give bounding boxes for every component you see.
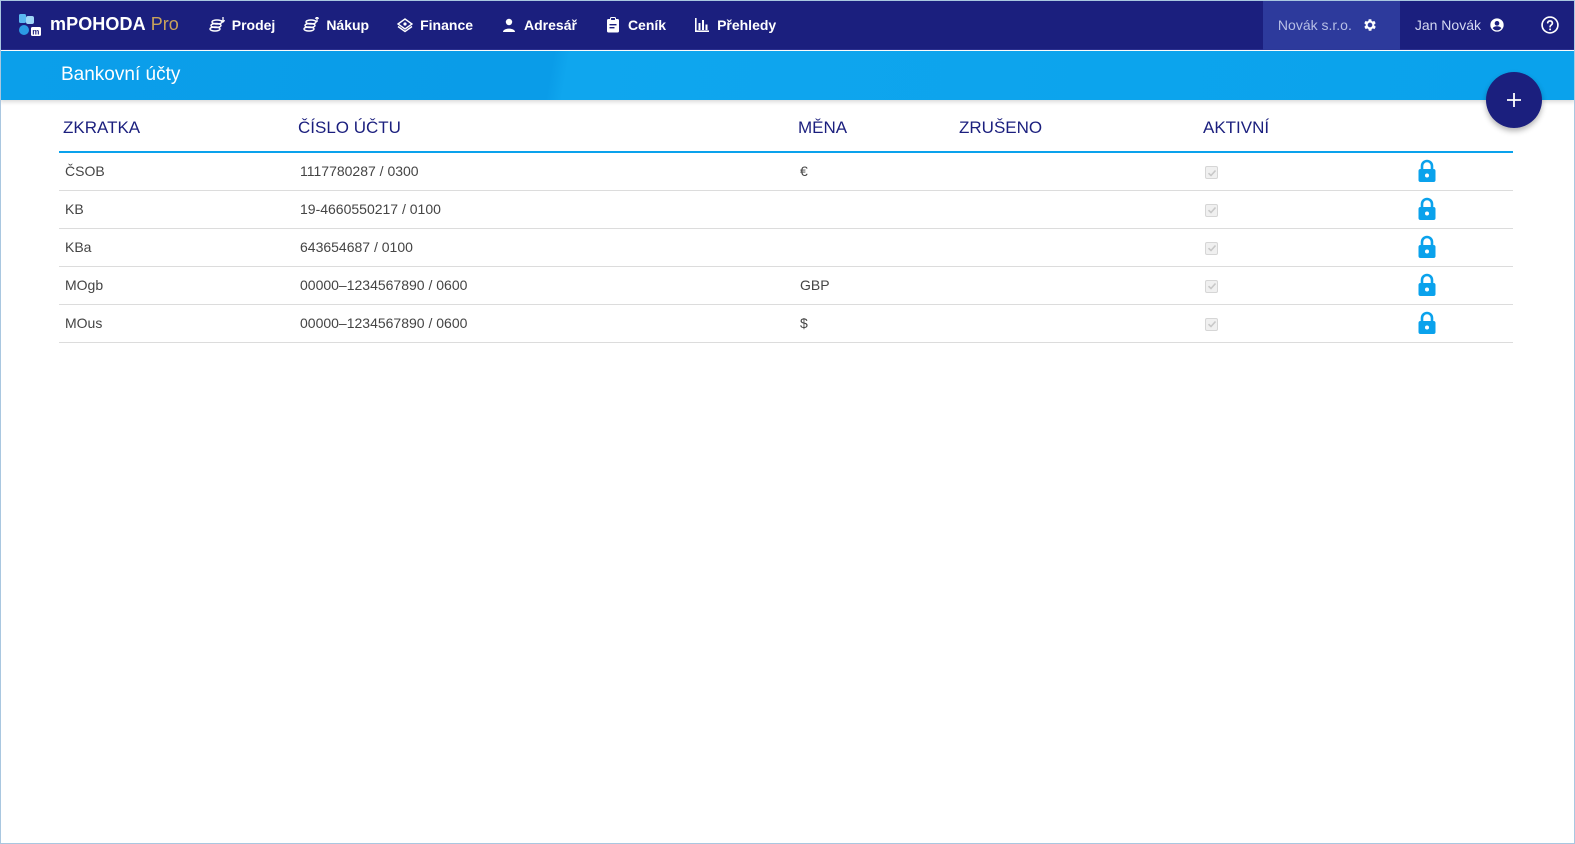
app-logo[interactable]: m mPOHODA Pro	[18, 0, 179, 50]
account-number: 643654687 / 0100	[294, 228, 794, 267]
account-cancelled	[955, 190, 1199, 229]
lock-cell	[1411, 152, 1513, 191]
company-selector[interactable]: Novák s.r.o.	[1262, 0, 1400, 50]
lock-cell	[1411, 228, 1513, 267]
account-abbreviation-link[interactable]: MOus	[59, 304, 294, 343]
column-header-zkratka[interactable]: ZKRATKA	[59, 104, 294, 153]
account-active-cell	[1199, 266, 1411, 305]
nav-label: Finance	[420, 16, 474, 33]
lock-icon[interactable]	[1417, 197, 1437, 221]
active-checkbox	[1205, 203, 1218, 217]
page-title: Bankovní účty	[61, 64, 181, 85]
table-row[interactable]: ČSOB 1117780287 / 0300 €	[59, 152, 1513, 191]
column-header-aktivni[interactable]: AKTIVNÍ	[1199, 104, 1411, 153]
nav-item-prehledy[interactable]: Přehledy	[680, 0, 790, 50]
account-cancelled	[955, 266, 1199, 305]
nav-label: Přehledy	[717, 16, 777, 33]
help-circle-icon	[1541, 15, 1559, 34]
nav-item-prodej[interactable]: Prodej	[195, 0, 290, 50]
money-stack-icon	[397, 17, 414, 32]
user-menu[interactable]: Jan Novák	[1400, 17, 1525, 33]
top-navigation-bar: m mPOHODA Pro Prodej Nákup Finance Adres…	[0, 0, 1575, 50]
check-icon	[1207, 245, 1216, 252]
check-icon	[1207, 283, 1216, 290]
lock-cell	[1411, 304, 1513, 343]
account-active-cell	[1199, 152, 1411, 191]
column-header-mena[interactable]: MĚNA	[794, 104, 955, 153]
column-header-zruseno[interactable]: ZRUŠENO	[955, 104, 1199, 153]
table-row[interactable]: MOgb 00000–1234567890 / 0600 GBP	[59, 266, 1513, 305]
account-cancelled	[955, 152, 1199, 191]
pohoda-logo-icon: m	[19, 13, 41, 36]
account-active-cell	[1199, 304, 1411, 343]
lock-icon[interactable]	[1417, 159, 1437, 183]
table-row[interactable]: KBa 643654687 / 0100	[59, 228, 1513, 267]
account-currency	[794, 190, 955, 229]
clipboard-icon	[606, 16, 619, 32]
account-cancelled	[955, 228, 1199, 267]
account-circle-icon	[1490, 17, 1504, 32]
company-name: Novák s.r.o.	[1277, 16, 1352, 33]
check-icon	[1207, 207, 1216, 214]
bank-accounts-table: ZKRATKA ČÍSLO ÚČTU MĚNA ZRUŠENO AKTIVNÍ …	[59, 104, 1513, 343]
coins-up-icon	[303, 16, 320, 32]
app-edition: Pro	[150, 14, 179, 34]
svg-text:m: m	[32, 27, 39, 36]
account-number: 19-4660550217 / 0100	[294, 190, 794, 229]
account-abbreviation-link[interactable]: ČSOB	[59, 152, 294, 191]
nav-item-adresar[interactable]: Adresář	[487, 0, 591, 50]
nav-item-cenik[interactable]: Ceník	[591, 0, 680, 50]
person-icon	[503, 18, 516, 32]
account-abbreviation-link[interactable]: KB	[59, 190, 294, 229]
account-cancelled	[955, 304, 1199, 343]
main-menu: Prodej Nákup Finance Adresář Ceník Přehl…	[195, 0, 790, 50]
nav-item-nakup[interactable]: Nákup	[289, 0, 383, 50]
coins-down-icon	[209, 16, 225, 32]
account-active-cell	[1199, 228, 1411, 267]
gear-icon	[1364, 18, 1376, 31]
account-currency: €	[794, 152, 955, 191]
page-header: Bankovní účty	[0, 51, 1575, 100]
nav-label: Prodej	[231, 16, 276, 33]
plus-icon	[1507, 93, 1521, 107]
nav-item-finance[interactable]: Finance	[383, 0, 487, 50]
active-checkbox	[1205, 317, 1218, 331]
account-abbreviation-link[interactable]: MOgb	[59, 266, 294, 305]
account-currency: GBP	[794, 266, 955, 305]
nav-label: Nákup	[326, 16, 370, 33]
account-currency: $	[794, 304, 955, 343]
active-checkbox	[1205, 241, 1218, 255]
lock-cell	[1411, 190, 1513, 229]
active-checkbox	[1205, 279, 1218, 293]
nav-label: Ceník	[627, 16, 667, 33]
check-icon	[1207, 169, 1216, 177]
account-number: 00000–1234567890 / 0600	[294, 304, 794, 343]
table-row[interactable]: KB 19-4660550217 / 0100	[59, 190, 1513, 229]
account-currency	[794, 228, 955, 267]
header-right: Novák s.r.o. Jan Novák	[1262, 0, 1575, 50]
lock-icon[interactable]	[1417, 235, 1437, 259]
table-row[interactable]: MOus 00000–1234567890 / 0600 $	[59, 304, 1513, 343]
app-name: mPOHODA	[50, 14, 146, 34]
nav-label: Adresář	[524, 16, 577, 33]
active-checkbox	[1205, 166, 1218, 180]
check-icon	[1207, 321, 1216, 328]
table-header-row: ZKRATKA ČÍSLO ÚČTU MĚNA ZRUŠENO AKTIVNÍ	[59, 104, 1513, 153]
account-number: 00000–1234567890 / 0600	[294, 266, 794, 305]
account-active-cell	[1199, 190, 1411, 229]
user-name: Jan Novák	[1414, 16, 1481, 33]
bar-chart-icon	[695, 17, 710, 32]
account-number: 1117780287 / 0300	[294, 152, 794, 191]
account-abbreviation-link[interactable]: KBa	[59, 228, 294, 267]
lock-icon[interactable]	[1417, 273, 1437, 297]
lock-icon[interactable]	[1417, 311, 1437, 335]
add-account-button[interactable]	[1486, 72, 1542, 128]
lock-cell	[1411, 266, 1513, 305]
column-header-cislo-uctu[interactable]: ČÍSLO ÚČTU	[294, 104, 794, 153]
help-button[interactable]	[1525, 0, 1575, 50]
